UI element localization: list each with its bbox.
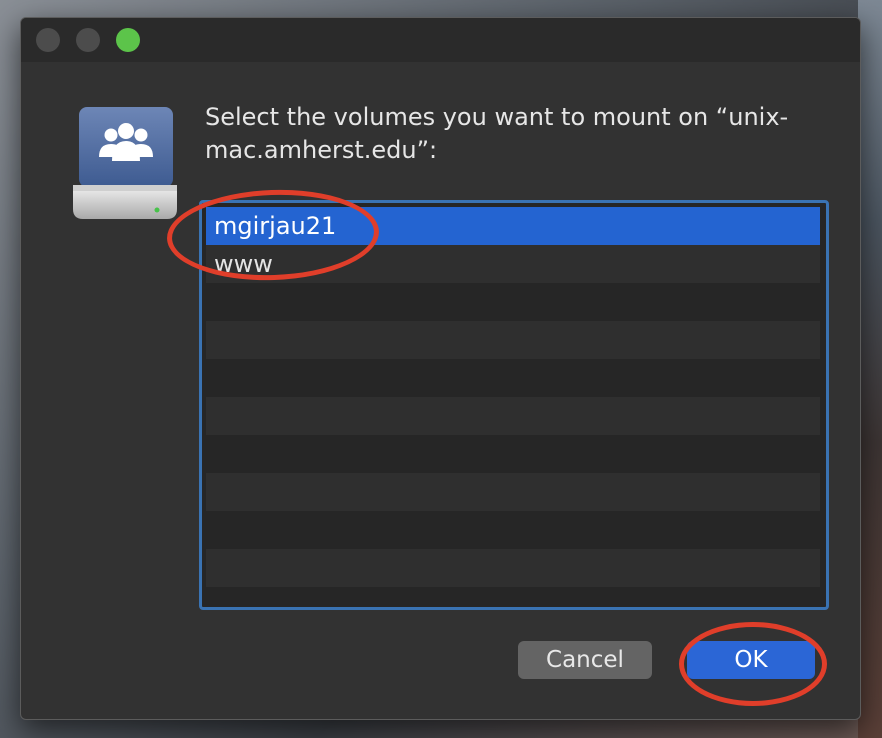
volume-list[interactable]: mgirjau21 www bbox=[199, 200, 829, 610]
cancel-button[interactable]: Cancel bbox=[518, 641, 652, 679]
dialog-message: Select the volumes you want to mount on … bbox=[205, 103, 789, 164]
volume-list-empty-row bbox=[206, 359, 820, 397]
close-window-button[interactable] bbox=[36, 28, 60, 52]
volume-list-empty-row bbox=[206, 511, 820, 549]
mount-volumes-dialog: Select the volumes you want to mount on … bbox=[20, 17, 861, 720]
volume-list-empty-row bbox=[206, 397, 820, 435]
volume-list-item[interactable]: mgirjau21 bbox=[206, 207, 820, 245]
title-bar bbox=[21, 18, 860, 62]
volume-list-empty-row bbox=[206, 549, 820, 587]
ok-button[interactable]: OK bbox=[687, 641, 815, 679]
volume-list-rows: mgirjau21 www bbox=[206, 207, 820, 597]
volume-list-empty-row bbox=[206, 283, 820, 321]
network-volume-icon bbox=[73, 107, 177, 219]
minimize-window-button[interactable] bbox=[76, 28, 100, 52]
volume-list-item[interactable]: www bbox=[206, 245, 820, 283]
volume-list-empty-row bbox=[206, 435, 820, 473]
desktop-background bbox=[858, 0, 882, 738]
zoom-window-button[interactable] bbox=[116, 28, 140, 52]
volume-list-empty-row bbox=[206, 321, 820, 359]
volume-list-empty-row bbox=[206, 473, 820, 511]
